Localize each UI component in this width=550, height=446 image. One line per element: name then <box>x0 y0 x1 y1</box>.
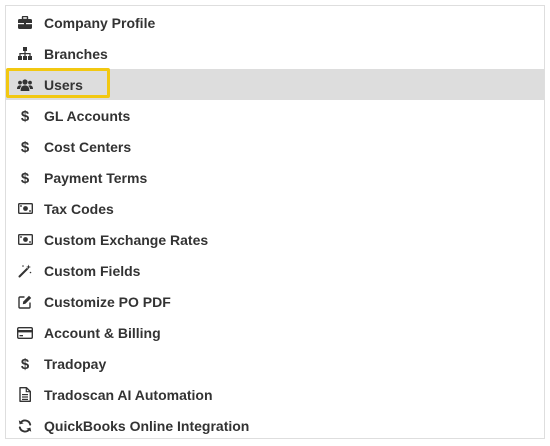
dollar-icon: $ <box>17 139 33 155</box>
menu-item-customize-po-pdf[interactable]: Customize PO PDF <box>6 286 544 317</box>
menu-item-label: Custom Exchange Rates <box>44 231 209 248</box>
briefcase-icon <box>17 15 33 31</box>
money-bill-icon <box>17 201 33 217</box>
menu-item-tax-codes[interactable]: Tax Codes <box>6 193 544 224</box>
svg-text:$: $ <box>21 170 30 186</box>
dollar-icon: $ <box>17 356 33 372</box>
menu-item-payment-terms[interactable]: $ Payment Terms <box>6 162 544 193</box>
credit-card-icon <box>17 325 33 341</box>
menu-item-label: Cost Centers <box>44 138 132 155</box>
menu-item-label: Custom Fields <box>44 262 141 279</box>
menu-item-label: Payment Terms <box>44 169 148 186</box>
settings-menu-panel: Company Profile Branches Users $ GL Accounts… <box>5 5 545 439</box>
menu-item-label: Users <box>44 76 83 93</box>
menu-item-cost-centers[interactable]: $ Cost Centers <box>6 131 544 162</box>
menu-item-label: QuickBooks Online Integration <box>44 417 250 434</box>
magic-wand-icon <box>17 263 33 279</box>
menu-item-tradopay[interactable]: $ Tradopay <box>6 348 544 379</box>
svg-text:$: $ <box>21 356 30 372</box>
menu-item-users[interactable]: Users <box>6 68 544 100</box>
menu-item-tradoscan-ai-automation[interactable]: Tradoscan AI Automation <box>6 379 544 410</box>
menu-item-company-profile[interactable]: Company Profile <box>6 7 544 38</box>
edit-icon <box>17 294 33 310</box>
dollar-icon: $ <box>17 108 33 124</box>
menu-item-label: Tradoscan AI Automation <box>44 386 213 403</box>
document-icon <box>17 387 33 403</box>
sitemap-icon <box>17 46 33 62</box>
menu-item-label: Company Profile <box>44 14 156 31</box>
svg-text:$: $ <box>21 108 30 124</box>
money-bill-icon <box>17 232 33 248</box>
menu-item-label: Tradopay <box>44 355 107 372</box>
menu-item-branches[interactable]: Branches <box>6 38 544 69</box>
menu-item-label: Account & Billing <box>44 324 161 341</box>
menu-item-custom-exchange-rates[interactable]: Custom Exchange Rates <box>6 224 544 255</box>
menu-item-label: Customize PO PDF <box>44 293 171 310</box>
menu-item-gl-accounts[interactable]: $ GL Accounts <box>6 100 544 131</box>
svg-text:$: $ <box>21 139 30 155</box>
sync-icon <box>17 418 33 434</box>
menu-item-account-billing[interactable]: Account & Billing <box>6 317 544 348</box>
menu-item-label: GL Accounts <box>44 107 131 124</box>
dollar-icon: $ <box>17 170 33 186</box>
users-icon <box>17 77 33 93</box>
menu-item-quickbooks-online-integration[interactable]: QuickBooks Online Integration <box>6 410 544 441</box>
menu-item-label: Branches <box>44 45 108 62</box>
settings-menu-list: Company Profile Branches Users $ GL Accounts… <box>6 7 544 441</box>
menu-item-label: Tax Codes <box>44 200 114 217</box>
menu-item-custom-fields[interactable]: Custom Fields <box>6 255 544 286</box>
